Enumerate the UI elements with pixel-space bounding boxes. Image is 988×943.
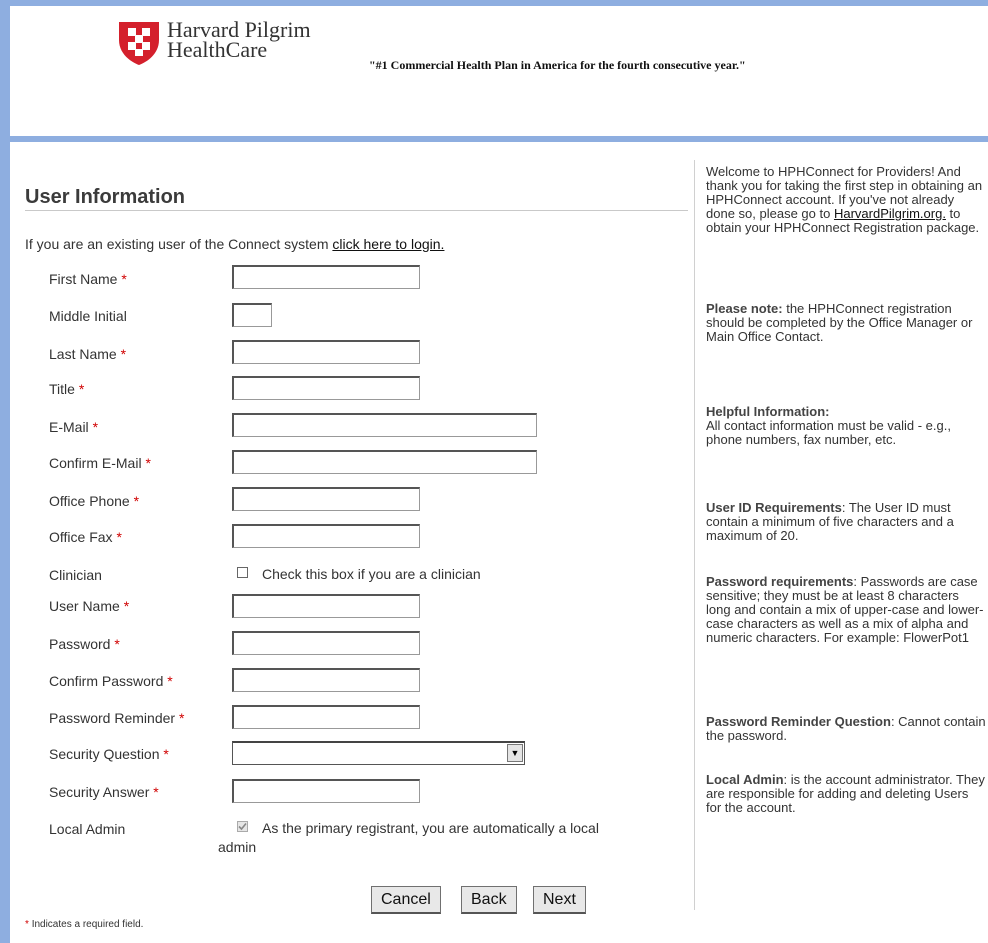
password-heading: Password requirements (706, 574, 854, 589)
title-label: Title * (49, 381, 85, 397)
confirm-password-input[interactable] (232, 668, 420, 692)
middle-initial-input[interactable] (232, 303, 272, 327)
clinician-label: Clinician (49, 567, 102, 583)
required-marker: * (145, 455, 151, 471)
security-question-select[interactable]: ▼ (232, 741, 525, 765)
first-name-label: First Name * (49, 271, 127, 287)
password-label: Password * (49, 636, 120, 652)
title-divider (25, 210, 688, 211)
brand-logo[interactable]: Harvard Pilgrim HealthCare (117, 19, 311, 66)
password-reminder-input[interactable] (232, 705, 420, 729)
section-title: User Information (25, 186, 186, 208)
checkmark-icon (238, 822, 247, 831)
middle-initial-label: Middle Initial (49, 308, 127, 324)
sidebar-helpful: Helpful Information: All contact informat… (706, 404, 951, 447)
office-phone-label: Office Phone * (49, 493, 140, 509)
local-admin-checkbox (237, 821, 248, 832)
intro-text: If you are an existing user of the Conne… (25, 236, 444, 252)
clinician-checkbox[interactable] (237, 567, 248, 578)
first-name-input[interactable] (232, 265, 420, 289)
required-marker: * (114, 636, 120, 652)
brand-line-2: HealthCare (167, 37, 268, 62)
dropdown-arrow-icon[interactable]: ▼ (507, 744, 523, 762)
office-fax-input[interactable] (232, 524, 420, 548)
local-admin-label: Local Admin (49, 821, 126, 837)
confirm-email-input[interactable] (232, 450, 537, 474)
brand-name: Harvard Pilgrim HealthCare (167, 19, 311, 62)
intro-label: If you are an existing user of the Conne… (25, 236, 333, 252)
office-phone-input[interactable] (232, 487, 420, 511)
local-admin-text-line1: As the primary registrant, you are autom… (262, 820, 599, 836)
admin-heading: Local Admin (706, 772, 784, 787)
login-link[interactable]: click here to login. (332, 236, 444, 252)
frame-left (0, 0, 10, 943)
required-marker: * (163, 746, 169, 762)
required-marker: * (133, 493, 140, 509)
clinician-checkbox-text: Check this box if you are a clinician (262, 566, 481, 582)
email-input[interactable] (232, 413, 537, 437)
confirm-password-label: Confirm Password * (49, 673, 173, 689)
required-marker: * (178, 710, 185, 726)
cancel-button[interactable]: Cancel (371, 886, 441, 914)
sidebar-reminder: Password Reminder Question: Cannot conta… (706, 714, 986, 743)
user-name-input[interactable] (232, 594, 420, 618)
required-marker: * (123, 598, 130, 614)
required-marker: * (153, 784, 159, 800)
helpful-heading: Helpful Information: (706, 404, 830, 419)
password-input[interactable] (232, 631, 420, 655)
shield-logo-icon (119, 22, 159, 65)
email-label: E-Mail * (49, 419, 99, 435)
required-marker: * (121, 271, 127, 287)
required-marker: * (167, 673, 173, 689)
security-answer-label: Security Answer * (49, 784, 159, 800)
column-divider (694, 160, 695, 910)
sidebar-welcome: Welcome to HPHConnect for Providers! And… (706, 164, 983, 235)
confirm-email-label: Confirm E-Mail * (49, 455, 151, 471)
required-field-note: * Indicates a required field. (25, 919, 144, 930)
user-name-label: User Name * (49, 598, 130, 614)
sidebar-admin: Local Admin: is the account administrato… (706, 772, 985, 815)
userid-heading: User ID Requirements (706, 500, 842, 515)
sidebar-userid: User ID Requirements: The User ID must c… (706, 500, 954, 543)
password-reminder-label: Password Reminder * (49, 710, 185, 726)
note-heading: Please note: (706, 301, 783, 316)
last-name-label: Last Name * (49, 346, 127, 362)
sidebar-note: Please note: the HPHConnect registration… (706, 301, 973, 344)
security-question-label: Security Question * (49, 746, 169, 762)
required-marker: * (78, 381, 85, 397)
required-marker: * (120, 346, 127, 362)
required-marker: * (116, 529, 122, 545)
title-input[interactable] (232, 376, 420, 400)
required-marker: * (25, 919, 29, 930)
sidebar-password: Password requirements: Passwords are cas… (706, 574, 984, 645)
next-button[interactable]: Next (533, 886, 586, 914)
last-name-input[interactable] (232, 340, 420, 364)
office-fax-label: Office Fax * (49, 529, 122, 545)
security-answer-input[interactable] (232, 779, 420, 803)
back-button[interactable]: Back (461, 886, 517, 914)
harvardpilgrim-link[interactable]: HarvardPilgrim.org. (834, 206, 946, 221)
reminder-heading: Password Reminder Question (706, 714, 891, 729)
local-admin-text-line2: admin (218, 839, 257, 855)
tagline: "#1 Commercial Health Plan in America fo… (369, 58, 746, 72)
required-marker: * (92, 419, 99, 435)
